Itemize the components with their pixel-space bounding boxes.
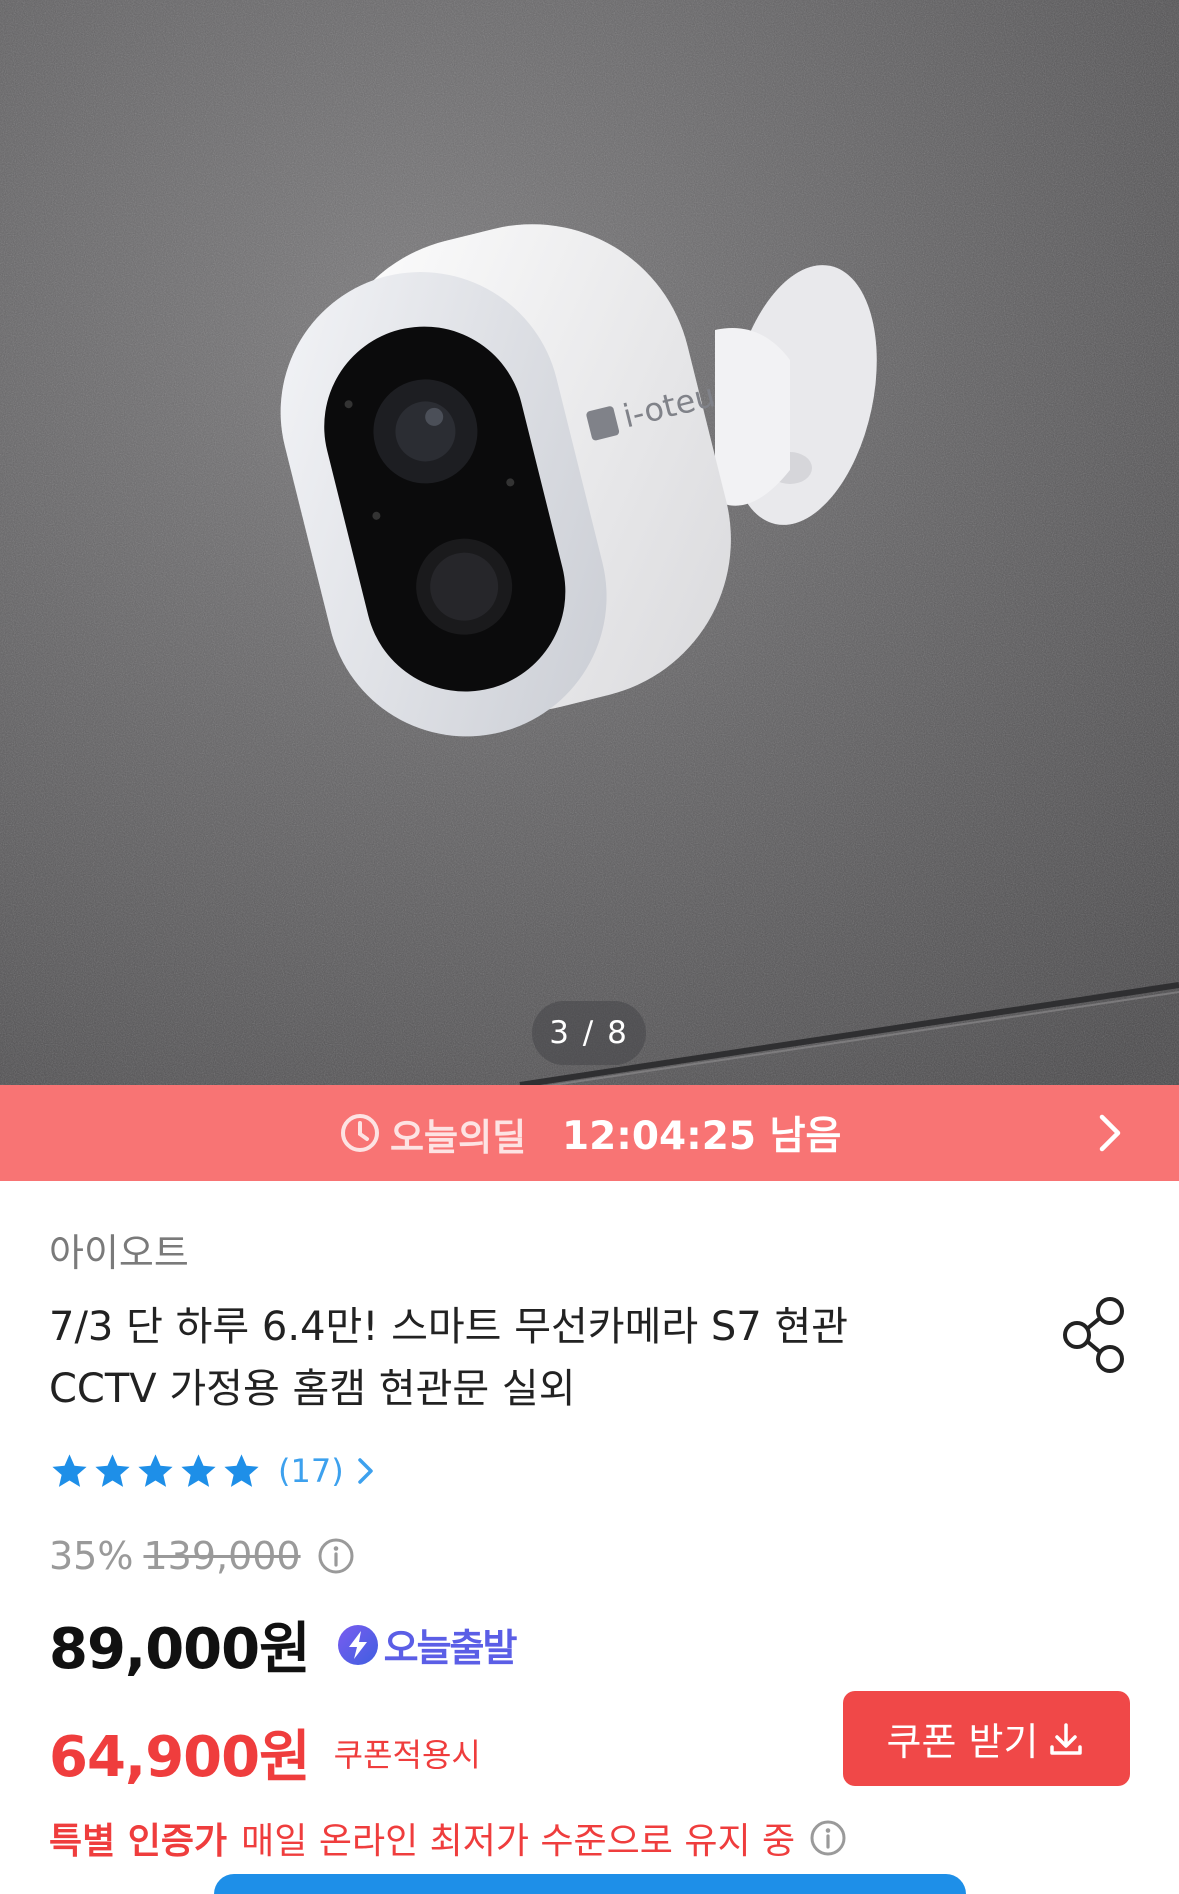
coupon-button-label: 쿠폰 받기 xyxy=(886,1720,1039,1764)
product-title-line-2: CCTV 가정용 홈캠 현관문 실외 xyxy=(49,1366,576,1412)
gallery-page-indicator: 3 / 8 xyxy=(532,1001,646,1065)
download-icon xyxy=(1050,1722,1083,1755)
next-section-edge xyxy=(214,1874,966,1894)
get-coupon-button[interactable]: 쿠폰 받기 xyxy=(843,1691,1130,1786)
lightning-bolt-icon xyxy=(337,1624,378,1665)
chevron-right-icon xyxy=(357,1458,373,1484)
special-certified-price: 특별 인증가 매일 온라인 최저가 수준으로 유지 중 xyxy=(49,1812,847,1864)
product-title-line-1: 7/3 단 하루 6.4만! 스마트 무선카메라 S7 현관 xyxy=(49,1304,849,1350)
rating-summary[interactable]: (17) xyxy=(49,1446,376,1496)
today-shipping-badge: 오늘출발 xyxy=(336,1617,518,1672)
star-icon xyxy=(181,1453,216,1487)
star-icon xyxy=(52,1453,87,1487)
brand-name[interactable]: 아이오트 xyxy=(49,1222,189,1277)
special-price-label: 특별 인증가 xyxy=(49,1821,228,1862)
coupon-note: 쿠폰적용시 xyxy=(333,1735,481,1774)
special-price-text: 매일 온라인 최저가 수준으로 유지 중 xyxy=(241,1821,796,1862)
original-price: 139,000 xyxy=(143,1534,301,1578)
info-icon[interactable] xyxy=(317,1537,355,1575)
review-count[interactable]: (17) xyxy=(278,1452,344,1490)
deal-label: 오늘의딜 xyxy=(390,1116,527,1159)
product-image-gallery[interactable]: i-oteu 3 / 8 xyxy=(0,0,1179,1085)
clock-icon xyxy=(341,1114,379,1152)
coupon-price-row: 64,900원 쿠폰적용시 xyxy=(49,1712,481,1793)
star-rating xyxy=(49,1451,262,1492)
star-icon xyxy=(138,1453,173,1487)
product-photo: i-oteu xyxy=(0,0,1179,1085)
share-icon[interactable] xyxy=(1060,1295,1130,1375)
shipping-label: 오늘출발 xyxy=(383,1626,518,1670)
star-icon xyxy=(95,1453,130,1487)
info-icon[interactable] xyxy=(809,1819,847,1857)
today-deal-banner[interactable]: 오늘의딜 12:04:25 남음 xyxy=(0,1085,1179,1181)
original-price-row: 35% 139,000 xyxy=(49,1534,355,1578)
chevron-right-icon xyxy=(1099,1114,1121,1152)
discount-rate: 35% xyxy=(49,1534,134,1578)
coupon-price: 64,900원 xyxy=(49,1725,311,1790)
product-title: 7/3 단 하루 6.4만! 스마트 무선카메라 S7 현관 CCTV 가정용 … xyxy=(49,1296,969,1420)
sale-price-row: 89,000원 오늘출발 xyxy=(49,1604,518,1685)
star-icon xyxy=(224,1453,259,1487)
deal-countdown: 12:04:25 남음 xyxy=(562,1114,842,1159)
sale-price: 89,000원 xyxy=(49,1617,311,1682)
